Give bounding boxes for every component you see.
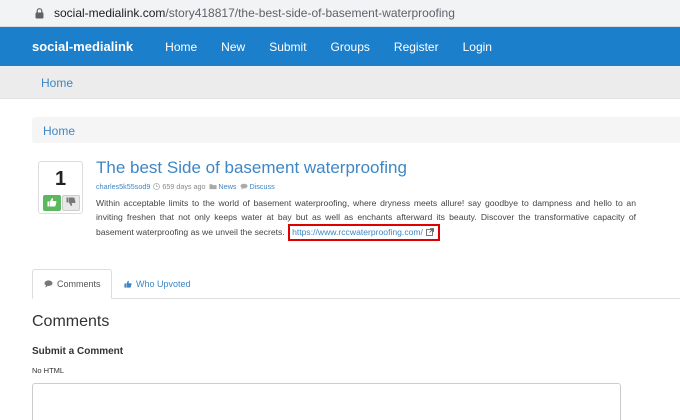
vote-count: 1 — [54, 168, 67, 190]
browser-address-bar[interactable]: social-medialink.com/story418817/the-bes… — [0, 0, 680, 27]
tab-comments[interactable]: Comments — [32, 269, 112, 299]
tab-comments-label: Comments — [57, 279, 101, 289]
external-link-icon — [426, 227, 434, 239]
breadcrumb-home[interactable]: Home — [43, 124, 75, 138]
breadcrumb: Home — [32, 117, 680, 143]
author-link[interactable]: charles5k55sod9 — [96, 182, 150, 191]
category-link[interactable]: News — [219, 182, 237, 191]
url-host: social-medialink.com — [54, 6, 166, 20]
comments-heading: Comments — [32, 313, 110, 330]
thumbs-down-icon — [66, 194, 76, 212]
nav-home[interactable]: Home — [153, 40, 209, 54]
story-title[interactable]: The best Side of basement waterproofing — [96, 158, 407, 178]
discuss-link[interactable]: Discuss — [250, 182, 275, 191]
thumbs-up-icon — [124, 280, 132, 288]
submit-comment-heading: Submit a Comment — [32, 346, 124, 357]
site-brand[interactable]: social-medialink — [32, 39, 133, 54]
nav-links: Home New Submit Groups Register Login — [153, 40, 504, 54]
story-meta: charles5k55sod9 659 days ago News Discus… — [96, 182, 275, 191]
nav-groups[interactable]: Groups — [319, 40, 382, 54]
tab-who-upvoted-label: Who Upvoted — [136, 279, 191, 289]
nav-submit[interactable]: Submit — [257, 40, 318, 54]
story-external-link[interactable]: https://www.rccwaterproofing.com/ — [292, 227, 423, 237]
nav-register[interactable]: Register — [382, 40, 451, 54]
story-time: 659 days ago — [162, 182, 206, 191]
story-description: Within acceptable limits to the world of… — [96, 197, 636, 241]
breadcrumb-home-top[interactable]: Home — [41, 76, 73, 90]
folder-icon — [208, 183, 217, 190]
story-tabs: Comments Who Upvoted — [32, 269, 680, 299]
clock-icon — [153, 183, 161, 190]
nav-new[interactable]: New — [209, 40, 257, 54]
breadcrumb-bar: Home — [0, 66, 680, 99]
no-html-note: No HTML — [32, 366, 65, 375]
comment-textarea[interactable] — [32, 383, 621, 420]
upvote-button[interactable] — [43, 195, 61, 211]
nav-login[interactable]: Login — [451, 40, 504, 54]
comments-icon — [44, 280, 53, 288]
url-text[interactable]: social-medialink.com/story418817/the-bes… — [54, 6, 455, 20]
tab-who-upvoted[interactable]: Who Upvoted — [124, 269, 191, 299]
url-path: /story418817/the-best-side-of-basement-w… — [165, 6, 455, 20]
top-navbar: social-medialink Home New Submit Groups … — [0, 27, 680, 66]
thumbs-up-icon — [47, 194, 57, 212]
vote-box: 1 — [38, 161, 83, 214]
comment-icon — [239, 183, 248, 190]
downvote-button[interactable] — [62, 195, 80, 211]
lock-icon — [32, 6, 46, 20]
highlighted-link-box: https://www.rccwaterproofing.com/ — [288, 224, 440, 241]
